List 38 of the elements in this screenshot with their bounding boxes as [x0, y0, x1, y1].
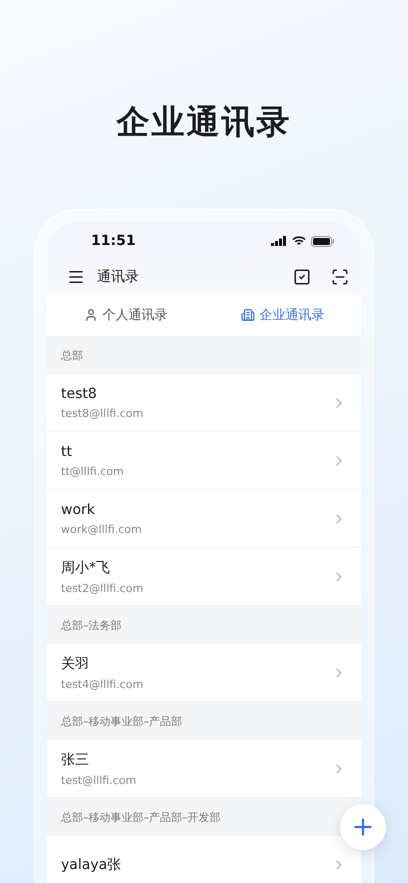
status-time: 11:51: [91, 233, 136, 249]
section-header: 总部–移动事业部–产品部: [47, 702, 361, 740]
contact-email: work@lllfi.com: [61, 522, 143, 536]
contact-name: work: [61, 502, 96, 518]
contact-name: yalaya张: [61, 856, 122, 874]
contact-email: test8@lllfi.com: [61, 406, 144, 420]
checkbox-button[interactable]: [293, 268, 311, 286]
contact-row[interactable]: 张三 test@lllfi.com: [47, 740, 361, 798]
contact-name: 张三: [61, 750, 90, 768]
menu-button[interactable]: [67, 268, 85, 286]
signal-icon: [271, 236, 287, 246]
tab[interactable]: 个人通讯录: [47, 294, 204, 336]
contact-email: tt@lllfi.com: [61, 464, 125, 478]
add-button[interactable]: [340, 804, 386, 850]
contact-row[interactable]: work work@lllfi.com: [47, 490, 361, 548]
person-icon: [84, 308, 98, 322]
section-header: 总部: [47, 336, 361, 374]
building-icon: [240, 308, 254, 322]
contact-name: test8: [61, 386, 98, 402]
contact-row[interactable]: 周小*飞 test2@lllfi.com: [47, 548, 361, 606]
wifi-icon: [292, 236, 306, 246]
contact-email: test@lllfi.com: [61, 774, 138, 786]
contact-row[interactable]: 关羽 test4@lllfi.com: [47, 644, 361, 702]
tab[interactable]: 企业通讯录: [204, 294, 361, 336]
contact-email: test4@lllfi.com: [61, 678, 144, 690]
section-header: 总部–法务部: [47, 606, 361, 644]
scan-button[interactable]: [331, 268, 349, 286]
section-header: 总部–移动事业部–产品部–开发部: [47, 798, 361, 836]
contact-name: 周小*飞: [61, 558, 111, 576]
battery-icon: [311, 236, 335, 246]
header-title: 通讯录: [97, 268, 140, 286]
contact-name: 关羽: [61, 654, 90, 672]
contact-row[interactable]: tt tt@lllfi.com: [47, 432, 361, 490]
contact-name: tt: [61, 444, 73, 460]
contact-row[interactable]: test8 test8@lllfi.com: [47, 374, 361, 432]
headline: 企业通讯录: [116, 101, 292, 143]
contact-row[interactable]: yalaya张: [47, 836, 361, 883]
contact-email: test2@lllfi.com: [61, 582, 144, 594]
